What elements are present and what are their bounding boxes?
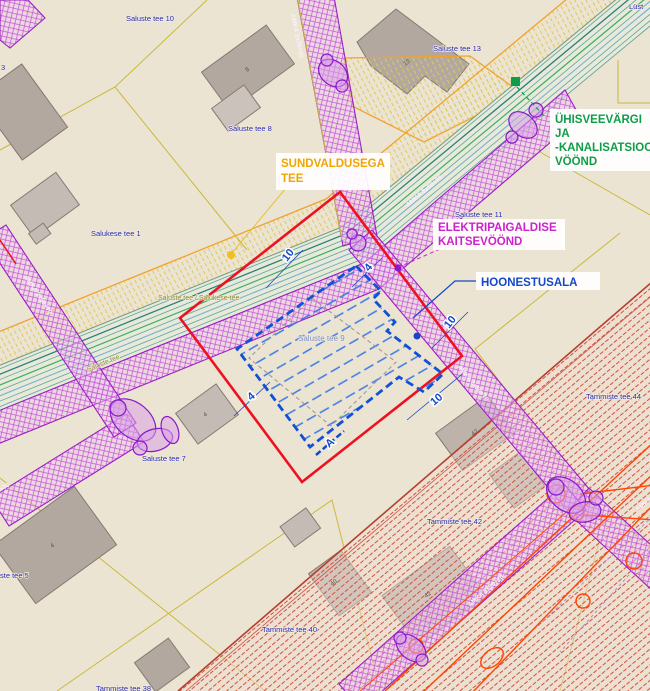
water-connection-marker [511,77,520,86]
parcel-label: Saluste tee 10 [126,14,174,23]
parcel-label: Lüst [629,2,644,11]
callout-text: VÖÖND [555,155,597,168]
callout-elektripaigaldise-kaitsevoond: ELEKTRIPAIGALDISE KAITSEVÖÖND [433,219,565,250]
detail-plan-map: 10 4 10 10 4 A AMKA 3x70+95 AMKA 3x50+70… [0,0,650,691]
electrical-point-marker [395,265,402,272]
parcel-label: Tammiste tee 38 [96,684,151,691]
road-junction-label: Saluste tee / Salukese tee [158,295,239,302]
parcel-label: Tammiste tee 40 [262,625,317,634]
map-canvas: 10 4 10 10 4 A AMKA 3x70+95 AMKA 3x50+70… [0,0,650,691]
parcel-label: 3 [1,63,5,72]
parcel-label: Saluste tee 7 [142,454,186,463]
callout-text: HOONESTUSALA [481,277,577,289]
callout-text: ELEKTRIPAIGALDISE [438,222,557,234]
callout-text: JA [555,128,570,140]
parcel-label: ste tee 5 [0,571,29,580]
parcel-label: Tammiste tee 42 [427,517,482,526]
parcel-label: Saluste tee 11 [455,210,502,219]
callout-text: ÜHISVEEVÄRGI [555,113,642,126]
parcel-label: Saluste tee 8 [228,124,272,133]
parcel-label: Salukese tee 1 [91,229,141,238]
parcel-label: Saluste tee 13 [433,44,481,53]
callout-text: TEE [281,173,304,185]
callout-hoonestusala: HOONESTUSALA [476,272,600,290]
blue-point-marker [414,333,421,340]
callout-uhisveevargi-voond: ÜHISVEEVÄRGI JA -KANALISATSIOONI VÖÖND [550,109,650,171]
road-point-marker [227,251,235,259]
parcel-label: Tammiste tee 44 [586,392,641,401]
callout-text: -KANALISATSIOONI [555,142,650,154]
parcel-label: Saluste tee 9 [298,334,345,343]
callout-text: SUNDVALDUSEGA [281,158,385,170]
callout-text: KAITSEVÖÖND [438,235,522,248]
callout-sundvaldusega-tee: SUNDVALDUSEGA TEE [276,153,390,190]
